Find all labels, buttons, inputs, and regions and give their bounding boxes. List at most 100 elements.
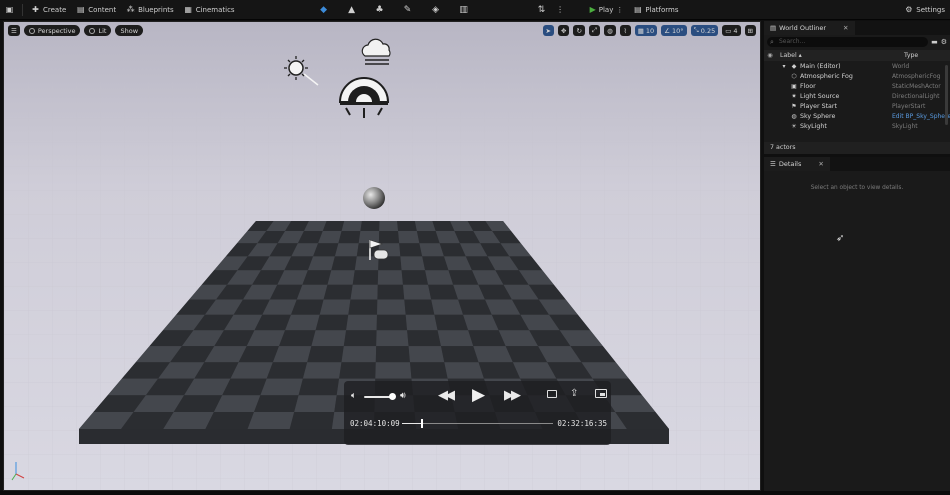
outliner-row[interactable]: ▣ Floor StaticMeshActor	[764, 81, 950, 91]
details-icon: ☰	[770, 160, 776, 168]
outliner-row-name: Main (Editor)	[800, 62, 841, 70]
select-mode-icon[interactable]: ◆	[318, 4, 330, 16]
rotation-snap-button[interactable]: ∠ 10°	[661, 25, 687, 36]
details-tab-label: Details	[778, 160, 802, 168]
outliner-row[interactable]: ▾ ◆ Main (Editor) World	[764, 61, 950, 71]
lit-label: Lit	[98, 26, 107, 35]
floor-tile	[338, 231, 361, 244]
save-button[interactable]: ▣	[0, 0, 19, 20]
play-pause-icon[interactable]: ▶	[472, 385, 485, 405]
outliner-row[interactable]: ⚑ Player Start PlayerStart	[764, 101, 950, 111]
settings-button[interactable]: ⚙ Settings	[899, 0, 950, 20]
scale-snap-button[interactable]: ⤡ 0.25	[690, 25, 719, 36]
floor-tile	[377, 284, 405, 300]
floor-tile	[289, 412, 335, 429]
fast-forward-icon[interactable]: ▶▶	[504, 388, 521, 403]
save-icon: ▣	[5, 5, 14, 14]
surface-snap-button[interactable]: ⌇	[619, 25, 631, 36]
type-column-header[interactable]: Type	[900, 52, 950, 59]
floor-tile	[294, 395, 337, 412]
blueprints-menu[interactable]: ⁂ Blueprints	[121, 0, 179, 20]
floor-tile	[343, 330, 377, 347]
perspective-button[interactable]: Perspective	[23, 25, 81, 36]
outliner-row-type[interactable]: Edit BP_Sky_Sphere	[888, 113, 950, 120]
floor-tile	[266, 362, 308, 379]
foliage-mode-icon[interactable]: ♣	[374, 4, 386, 16]
cursor-icon: ➤	[545, 26, 551, 35]
volume-low-icon[interactable]: 🔈︎	[351, 391, 356, 401]
more-options-icon[interactable]: ⋮	[556, 5, 565, 14]
tab-world-outliner[interactable]: ▤ World Outliner ✕	[764, 21, 855, 35]
rewind-icon[interactable]: ◀◀	[438, 388, 455, 403]
outliner-row[interactable]: ⬡ Atmospheric Fog AtmosphericFog	[764, 71, 950, 81]
floor-tile	[334, 243, 359, 257]
level-viewport[interactable]: ☰ Perspective Lit Show ➤ ✥ ↻ ⤢ ◍ ⌇ ▦ 10 …	[3, 21, 761, 491]
rotate-tool-button[interactable]: ↻	[573, 25, 585, 36]
close-icon[interactable]: ✕	[818, 160, 823, 168]
mesh-paint-mode-icon[interactable]: ✎	[402, 4, 414, 16]
platforms-menu[interactable]: ▤ Platforms	[628, 0, 683, 20]
label-column-header[interactable]: Label ▴	[776, 52, 900, 59]
picture-in-picture-icon[interactable]	[595, 389, 607, 398]
gear-icon: ⚙	[905, 5, 913, 14]
rotate-icon: ↻	[576, 26, 582, 35]
remaining-time: 02:32:16:35	[557, 419, 607, 428]
lit-button[interactable]: Lit	[84, 25, 112, 36]
floor-tile	[341, 346, 377, 363]
gear-icon[interactable]: ⚙	[941, 38, 947, 46]
viewport-menu-button[interactable]: ☰	[8, 25, 20, 36]
floor-tile	[260, 378, 303, 396]
translate-tool-button[interactable]: ✥	[557, 25, 570, 36]
elapsed-time: 02:04:10:09	[350, 419, 400, 428]
settings-label: Settings	[916, 5, 945, 14]
scrubber-knob[interactable]	[420, 419, 423, 428]
landscape-mode-icon[interactable]: ▲	[346, 4, 358, 16]
floor-tile	[400, 256, 426, 271]
floor-tile	[327, 270, 355, 285]
play-icon: ▶	[589, 5, 596, 14]
floor-tile	[272, 346, 312, 363]
tab-details[interactable]: ☰ Details ✕	[764, 157, 830, 171]
show-button[interactable]: Show	[115, 25, 144, 36]
fracture-mode-icon[interactable]: ◈	[430, 4, 442, 16]
outliner-scrollbar[interactable]	[945, 65, 948, 125]
floor-tile	[307, 346, 344, 363]
maximize-viewport-button[interactable]: ⊞	[744, 25, 756, 36]
floor-tile	[401, 270, 429, 285]
floor-tile	[302, 362, 342, 379]
modeling-mode-icon[interactable]: ▥	[458, 4, 470, 16]
floor-tile	[315, 314, 349, 331]
outliner-row[interactable]: ✷ Light Source DirectionalLight	[764, 91, 950, 101]
share-icon[interactable]: ⇪	[570, 388, 578, 399]
scrubber-track[interactable]	[402, 419, 553, 428]
outliner-row[interactable]: ◍ Sky Sphere Edit BP_Sky_Sphere	[764, 111, 950, 121]
play-options-icon[interactable]: ⋮	[616, 6, 623, 14]
folder-icon[interactable]: ▬	[931, 38, 938, 46]
floor-tile	[376, 330, 409, 347]
content-label: Content	[88, 5, 117, 14]
close-icon[interactable]: ✕	[843, 24, 848, 32]
mouse-cursor-icon: ➶	[836, 233, 845, 244]
floor-tile	[397, 221, 417, 231]
floor-tile	[346, 314, 377, 331]
outliner-row-name: Light Source	[800, 92, 840, 100]
outliner-search-input[interactable]: Search...	[767, 37, 929, 47]
world-local-button[interactable]: ◍	[604, 25, 616, 36]
airplay-icon[interactable]	[547, 390, 557, 398]
volume-knob[interactable]	[388, 393, 396, 400]
outliner-tree: ▾ ◆ Main (Editor) World ⬡ Atmospheric Fog Atmo…	[764, 61, 950, 131]
visibility-eye-icon[interactable]: ◉	[764, 52, 776, 59]
camera-speed-button[interactable]: ▭ 4	[722, 25, 741, 36]
play-button[interactable]: ▶ Play ⋮	[585, 0, 629, 20]
grid-snap-button[interactable]: ▦ 10	[634, 25, 658, 36]
outliner-row-name: Sky Sphere	[800, 112, 836, 120]
expand-arrow-icon[interactable]: ▾	[780, 63, 788, 70]
source-control-icon[interactable]: ⇅	[536, 4, 548, 16]
select-tool-button[interactable]: ➤	[542, 25, 554, 36]
scale-tool-button[interactable]: ⤢	[588, 25, 601, 36]
outliner-row[interactable]: ☀ SkyLight SkyLight	[764, 121, 950, 131]
floor-tile	[352, 270, 379, 285]
cinematics-menu[interactable]: ▦ Cinematics	[179, 0, 240, 20]
content-menu[interactable]: ▤ Content	[71, 0, 121, 20]
create-menu[interactable]: ✚ Create	[26, 0, 71, 20]
